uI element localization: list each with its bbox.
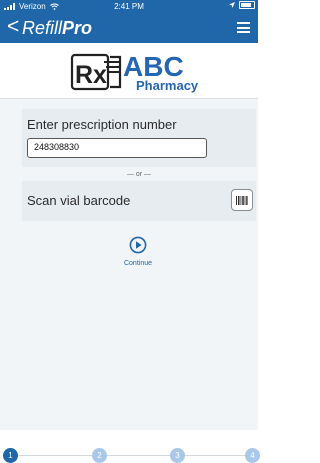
barcode-scan-button[interactable] — [231, 189, 253, 211]
prescription-label: Enter prescription number — [27, 117, 177, 132]
prescription-panel: Enter prescription number 248308830 — [22, 109, 256, 167]
app-title: RefillPro — [22, 17, 92, 39]
nav-bar: < RefillPro — [0, 13, 258, 43]
location-arrow-icon — [229, 1, 235, 8]
barcode-icon — [236, 196, 248, 205]
status-bar: Verizon 2:41 PM — [0, 0, 258, 13]
or-separator: — or — — [126, 171, 152, 178]
main-content: Enter prescription number 248308830 — or… — [0, 99, 258, 430]
step-1: 1 — [3, 448, 18, 463]
step-progress: 1 2 3 4 — [0, 430, 260, 463]
pharmacy-logo-banner: Rx ABC Pharmacy — [0, 43, 258, 99]
logo-pharmacy: Pharmacy — [136, 78, 199, 93]
pharmacy-logo: Rx ABC Pharmacy — [70, 51, 199, 93]
continue-button[interactable]: Continue — [118, 236, 158, 267]
app-title-main: Refill — [22, 18, 63, 38]
step-4: 4 — [245, 448, 260, 463]
hamburger-menu-icon[interactable] — [237, 22, 250, 33]
status-time: 2:41 PM — [114, 2, 144, 11]
scan-label: Scan vial barcode — [27, 193, 131, 208]
step-progress-line — [18, 455, 258, 456]
scan-panel[interactable]: Scan vial barcode — [22, 181, 256, 221]
step-2: 2 — [92, 448, 107, 463]
prescription-number-input[interactable]: 248308830 — [27, 138, 207, 158]
status-right — [229, 0, 255, 9]
app-title-brand: Pro — [62, 18, 93, 38]
back-button[interactable]: < — [7, 15, 19, 39]
step-3: 3 — [170, 448, 185, 463]
battery-icon — [239, 1, 255, 9]
logo-rx-mark: Rx — [75, 61, 107, 89]
play-circle-icon — [129, 236, 147, 254]
continue-label: Continue — [123, 260, 153, 267]
